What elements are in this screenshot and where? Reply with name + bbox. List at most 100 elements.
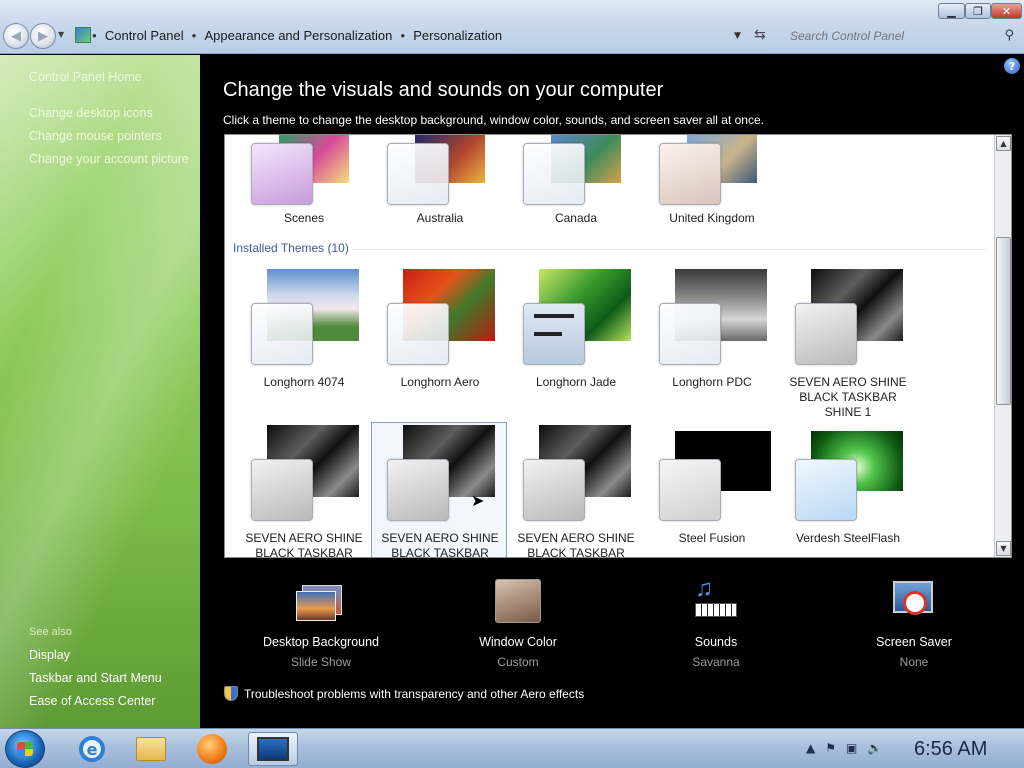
screen-saver-icon [889, 577, 939, 627]
start-button[interactable] [5, 730, 45, 768]
theme-color-swatch [251, 459, 313, 521]
theme-color-swatch [795, 459, 857, 521]
installed-themes-heading[interactable]: Installed Themes (10) [233, 241, 349, 255]
theme-tile[interactable]: Longhorn 4074 [237, 269, 371, 409]
breadcrumb-appearance[interactable]: Appearance and Personalization [204, 28, 392, 43]
window-color-option[interactable]: Window Color Custom [428, 577, 608, 669]
mouse-cursor-icon: ➤ [471, 491, 485, 510]
theme-label: Longhorn PDC [672, 375, 752, 389]
theme-color-swatch [795, 303, 857, 365]
ease-of-access-link[interactable]: Ease of Access Center [29, 694, 155, 708]
theme-label: Scenes [283, 211, 325, 225]
monitor-icon [257, 737, 289, 761]
taskbar: e ▲ ⚑ ▣ 🔈 6:56 AM [0, 728, 1024, 768]
window-color-value: Custom [497, 655, 539, 669]
help-icon[interactable]: ? [1004, 58, 1020, 74]
close-button[interactable]: ✕ [991, 3, 1022, 19]
breadcrumb-personalization[interactable]: Personalization [413, 28, 502, 43]
window-color-icon [493, 577, 543, 627]
theme-label: SEVEN AERO SHINE BLACK TASKBAR SHINE 1 [789, 375, 907, 419]
theme-color-swatch [523, 143, 585, 205]
theme-tile[interactable]: SEVEN AERO SHINE BLACK TASKBAR [237, 425, 371, 557]
screen-saver-value: None [899, 655, 929, 669]
scroll-down-button[interactable]: ▼ [996, 541, 1011, 556]
troubleshoot-link[interactable]: Troubleshoot problems with transparency … [224, 686, 584, 701]
address-dropdown-icon[interactable]: ▼ [734, 31, 741, 41]
taskbar-clock[interactable]: 6:56 AM [914, 738, 987, 761]
theme-tile[interactable]: Longhorn Aero [373, 269, 507, 409]
taskbar-control-panel-window[interactable] [248, 732, 298, 766]
sounds-option[interactable]: ♫ Sounds Savanna [626, 575, 806, 669]
theme-tile[interactable]: Longhorn Jade [509, 269, 643, 409]
page-title: Change the visuals and sounds on your co… [223, 79, 664, 101]
theme-tile[interactable]: Steel Fusion [645, 425, 779, 557]
theme-tile[interactable]: United Kingdom [645, 135, 779, 229]
taskbar-media-player[interactable] [187, 732, 237, 766]
display-link[interactable]: Display [29, 648, 70, 662]
maximize-button[interactable]: ❐ [965, 3, 991, 19]
desktop-background-value: Slide Show [290, 655, 352, 669]
see-also-heading: See also [29, 626, 72, 638]
theme-list[interactable]: Scenes Australia Canada United Kingdom I… [224, 134, 1012, 558]
theme-tile[interactable]: Australia [373, 135, 507, 229]
breadcrumb-control-panel[interactable]: Control Panel [105, 28, 184, 43]
arrow-up-icon: ▲ [1000, 139, 1007, 148]
arrow-down-icon: ▼ [1000, 544, 1007, 553]
change-desktop-icons-link[interactable]: Change desktop icons [29, 106, 153, 120]
breadcrumb-separator: ● [92, 31, 97, 40]
arrow-left-icon: ◀ [11, 28, 21, 44]
theme-color-swatch [387, 303, 449, 365]
left-navigation-pane: Control Panel Home Change desktop icons … [0, 55, 200, 728]
theme-tile[interactable]: Longhorn PDC [645, 269, 779, 409]
troubleshoot-text: Troubleshoot problems with transparency … [244, 686, 585, 701]
arrow-right-icon: ▶ [38, 28, 48, 44]
taskbar-windows-explorer[interactable] [126, 732, 176, 766]
sounds-icon: ♫ [691, 575, 741, 627]
internet-explorer-icon: e [79, 736, 105, 762]
control-panel-home-link[interactable]: Control Panel Home [29, 70, 142, 84]
media-player-icon [197, 734, 227, 764]
taskbar-start-menu-link[interactable]: Taskbar and Start Menu [29, 671, 162, 685]
recent-pages-dropdown[interactable]: ▼ [58, 30, 64, 39]
forward-button[interactable]: ▶ [30, 23, 56, 49]
action-center-flag-icon[interactable]: ⚑ [825, 741, 836, 755]
search-icon[interactable]: ⚲ [1004, 28, 1014, 43]
screen-saver-option[interactable]: Screen Saver None [824, 577, 1004, 669]
refresh-icon[interactable]: ⇆ [754, 27, 766, 43]
theme-tile[interactable]: SEVEN AERO SHINE BLACK TASKBAR SHINE 1 [781, 269, 915, 419]
theme-label: SEVEN AERO SHINE BLACK TASKBAR [517, 531, 635, 558]
breadcrumb-separator: ● [400, 31, 406, 40]
theme-tile[interactable]: SEVEN AERO SHINE BLACK TASKBAR [509, 425, 643, 558]
theme-tile[interactable]: Verdesh SteelFlash [781, 425, 915, 557]
theme-label: Longhorn Jade [535, 375, 617, 389]
back-button[interactable]: ◀ [3, 23, 29, 49]
volume-icon[interactable]: 🔈 [867, 741, 882, 755]
theme-tile[interactable]: SEVEN AERO SHINE BLACK TASKBAR ➤ [373, 425, 507, 558]
desktop-background-option[interactable]: Desktop Background Slide Show [231, 577, 411, 669]
search-input[interactable] [790, 29, 1000, 43]
minimize-button[interactable]: ▁ [938, 3, 965, 19]
theme-tile[interactable]: Canada [509, 135, 643, 229]
theme-label: Longhorn 4074 [263, 375, 345, 389]
windows-logo-icon-lower [17, 749, 33, 756]
theme-tile[interactable]: Scenes [237, 135, 371, 229]
show-hidden-icons-icon[interactable]: ▲ [806, 741, 815, 755]
scroll-thumb[interactable] [996, 237, 1011, 405]
breadcrumb: ● Control Panel ● Appearance and Persona… [92, 28, 502, 43]
sounds-title: Sounds [694, 635, 738, 649]
window-color-title: Window Color [479, 635, 557, 649]
search-box[interactable]: ⚲ [780, 24, 1022, 48]
change-account-picture-link[interactable]: Change your account picture [29, 152, 189, 166]
shield-icon [224, 686, 238, 701]
vertical-scrollbar[interactable]: ▲ ▼ [994, 135, 1011, 557]
address-bar: ◀ ▶ ▼ ● Control Panel ● Appearance and P… [0, 0, 1024, 54]
network-icon[interactable]: ▣ [846, 741, 857, 755]
taskbar-internet-explorer[interactable]: e [67, 732, 117, 766]
system-tray: ▲ ⚑ ▣ 🔈 [806, 741, 882, 755]
theme-label: SEVEN AERO SHINE BLACK TASKBAR [381, 531, 499, 558]
change-mouse-pointers-link[interactable]: Change mouse pointers [29, 129, 162, 143]
scroll-up-button[interactable]: ▲ [996, 136, 1011, 151]
close-icon: ✕ [1001, 4, 1012, 18]
folder-icon [136, 737, 166, 761]
restore-icon: ❐ [973, 4, 983, 18]
